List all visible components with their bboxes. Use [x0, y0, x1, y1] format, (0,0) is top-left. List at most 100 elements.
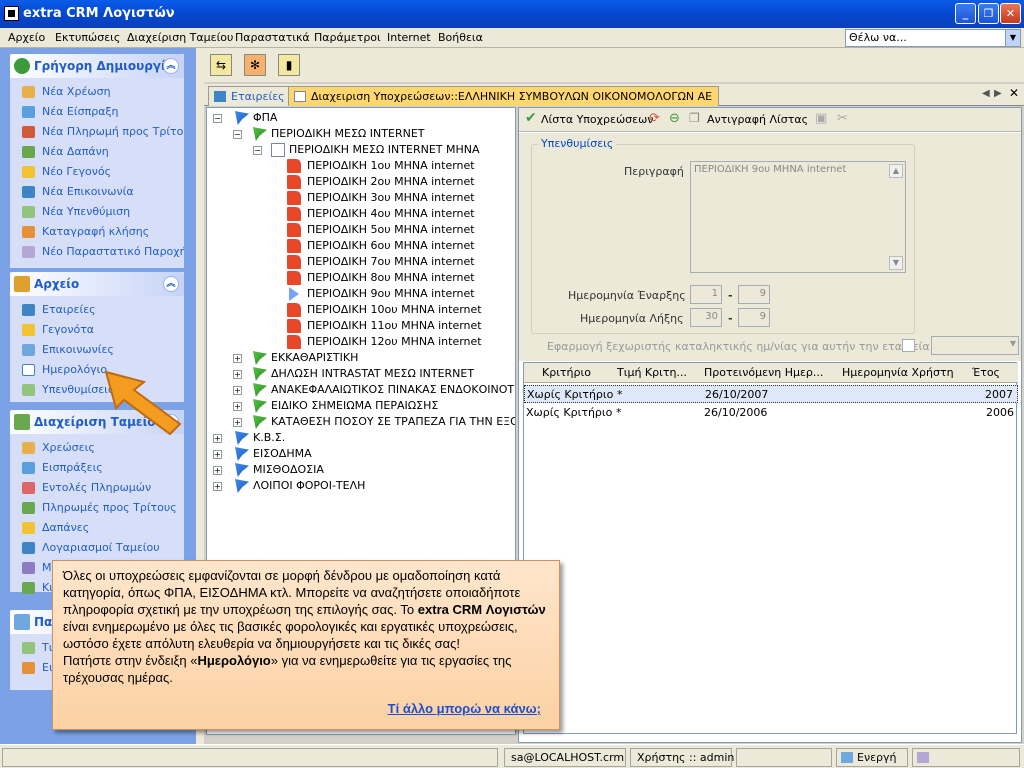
what-else-link[interactable]: Τί άλλο μπορώ να κάνω;	[388, 700, 541, 717]
grid-header: Κριτήριο Τιμή Κριτη... Προτεινόμενη Ημερ…	[524, 363, 1018, 383]
status-user: Χρήστης :: admin	[630, 748, 734, 767]
expand-icon[interactable]: +	[213, 482, 222, 491]
close-button[interactable]: ✕	[1000, 3, 1021, 24]
transfer-icon[interactable]: ▮	[278, 54, 300, 76]
expand-icon[interactable]: +	[213, 466, 222, 475]
nav-treasury-accounts[interactable]: Λογαριασμοί Ταμείου	[10, 538, 184, 558]
collapse-icon[interactable]: −	[253, 146, 262, 155]
pdf-icon	[287, 255, 301, 269]
expense-icon	[22, 146, 35, 158]
copy-icon: ❐	[689, 111, 700, 125]
expand-icon[interactable]: +	[233, 354, 242, 363]
column-year[interactable]: Έτος	[972, 366, 1000, 379]
pdf-icon	[287, 319, 301, 333]
expand-icon[interactable]: +	[213, 434, 222, 443]
nav-new-event[interactable]: Νέο Γεγονός	[10, 162, 184, 182]
custom-deadline-select[interactable]: ▼	[931, 336, 1019, 355]
obligations-list-button[interactable]: Λίστα Υποχρεώσεων	[541, 113, 653, 126]
chevron-down-icon[interactable]: ▼	[1005, 30, 1020, 46]
collapse-icon[interactable]: ︽	[163, 276, 179, 292]
nav-call-log[interactable]: Καταγραφή κλήσης	[10, 222, 184, 242]
menu-prints[interactable]: Εκτυπώσεις	[55, 31, 120, 44]
nav-new-receipt[interactable]: Νέα Είσπραξη	[10, 102, 184, 122]
description-field[interactable]: ΠΕΡΙΟΔΙΚΗ 9ου ΜΗΝΑ internet ▲ ▼	[690, 161, 906, 273]
document-tab-icon	[294, 91, 306, 102]
nav-new-expense[interactable]: Νέα Δαπάνη	[10, 142, 184, 162]
nav-companies[interactable]: Εταιρείες	[10, 300, 184, 320]
scroll-up-icon[interactable]: ▲	[889, 164, 903, 178]
tab-obligations[interactable]: Διαχειριση Υποχρεώσεων::ΕΛΛΗΝΙΚΗ ΣΥΜΒΟΥΛ…	[288, 86, 720, 106]
save-icon[interactable]: ▣	[815, 111, 827, 126]
menu-internet[interactable]: Internet	[387, 31, 431, 44]
nav-expenses[interactable]: Δαπάνες	[10, 518, 184, 538]
tab-companies[interactable]: Εταιρείες	[208, 86, 292, 106]
nav-new-reminder[interactable]: Νέα Υπενθύμιση	[10, 202, 184, 222]
nav-thirdparty-payments[interactable]: Πληρωμές προς Τρίτους	[10, 498, 184, 518]
nav-new-service-document[interactable]: Νέο Παραστατικό Παροχής	[10, 242, 184, 262]
refresh-icon[interactable]: ⟳	[649, 111, 660, 126]
menu-file[interactable]: Αρχείο	[8, 31, 45, 44]
menu-documents[interactable]: Παραστατικά	[235, 31, 310, 44]
events-icon	[22, 324, 35, 336]
pdf-icon	[287, 223, 301, 237]
expand-icon[interactable]: +	[233, 386, 242, 395]
swap-arrows-icon[interactable]: ⇆	[210, 54, 232, 76]
collapse-icon[interactable]: −	[233, 130, 242, 139]
start-day-field[interactable]: 1	[690, 285, 722, 304]
start-date-label: Ημερομηνία Έναρξης	[568, 289, 686, 302]
minimize-button[interactable]: _	[955, 3, 976, 24]
reminders-icon	[22, 384, 35, 396]
callout-text: είναι ενημερωμένο με όλες τις βασικές φο…	[63, 619, 518, 651]
archive-icon	[14, 276, 30, 292]
menu-help[interactable]: Βοήθεια	[438, 31, 483, 44]
search-combo[interactable]: Θέλω να... ▼	[845, 29, 1021, 47]
nav-new-charge[interactable]: Νέα Χρέωση	[10, 82, 184, 102]
column-criterion[interactable]: Κριτήριο	[542, 366, 591, 379]
start-month-field[interactable]: 9	[738, 285, 770, 304]
detail-toolbar: ✔ Λίστα Υποχρεώσεων ⟳ ⊖ ❐ Αντιγραφή Λίστ…	[519, 108, 1021, 132]
scroll-down-icon[interactable]: ▼	[889, 256, 903, 270]
tools-icon[interactable]: ✂	[837, 111, 848, 126]
treasury-icon	[14, 414, 30, 430]
end-day-field[interactable]: 30	[690, 308, 722, 327]
menu-parameters[interactable]: Παράμετροι	[314, 31, 381, 44]
custom-deadline-checkbox[interactable]	[902, 339, 915, 352]
nav-new-thirdparty-payment[interactable]: Νέα Πληρωμή προς Τρίτους	[10, 122, 184, 142]
nav-charges[interactable]: Χρεώσεις	[10, 438, 184, 458]
nav-new-communication[interactable]: Νέα Επικοινωνία	[10, 182, 184, 202]
tab-prev-icon[interactable]: ◀	[982, 88, 990, 99]
nav-events[interactable]: Γεγονότα	[10, 320, 184, 340]
nav-receipts[interactable]: Εισπράξεις	[10, 458, 184, 478]
pdf-icon	[287, 191, 301, 205]
copy-list-button[interactable]: Αντιγραφή Λίστας	[707, 113, 808, 126]
tab-close-icon[interactable]: ✕	[1009, 86, 1019, 100]
main-toolbar: ⇆ ✻ ▮	[204, 48, 1024, 82]
status-state: Ενεργή	[836, 748, 908, 767]
menu-treasury[interactable]: Διαχείριση Ταμείου	[127, 31, 233, 44]
collapse-icon[interactable]: ︽	[163, 58, 179, 74]
expand-icon[interactable]: +	[233, 402, 242, 411]
collapse-icon[interactable]: −	[213, 114, 222, 123]
column-suggested-date[interactable]: Προτεινόμενη Ημερ...	[704, 366, 823, 379]
flag-icon	[253, 127, 267, 141]
column-user-date[interactable]: Ημερομηνία Χρήστη	[842, 366, 954, 379]
network-icon[interactable]: ✻	[244, 54, 266, 76]
title-bar: extra CRM Λογιστών _ ❐ ✕	[0, 0, 1024, 28]
restore-button[interactable]: ❐	[978, 3, 999, 24]
archive-header[interactable]: Αρχείο ︽	[10, 272, 184, 296]
column-criterion-value[interactable]: Τιμή Κριτη...	[617, 366, 687, 379]
flag-icon	[235, 479, 249, 493]
quick-create-header[interactable]: Γρήγορη Δημιουργία ︽	[10, 54, 184, 78]
payment-orders-icon	[22, 482, 35, 494]
expand-icon[interactable]: +	[213, 450, 222, 459]
nav-payment-orders[interactable]: Εντολές Πληρωμών	[10, 478, 184, 498]
nav-communications[interactable]: Επικοινωνίες	[10, 340, 184, 360]
table-row[interactable]: Χωρίς Κριτήριο * 26/10/2007 2007	[524, 385, 1018, 403]
table-row[interactable]: Χωρίς Κριτήριο * 26/10/2006 2006	[524, 404, 1018, 422]
expand-icon[interactable]: +	[233, 418, 242, 427]
expand-icon[interactable]: +	[233, 370, 242, 379]
tab-next-icon[interactable]: ▶	[994, 88, 1002, 99]
remove-icon[interactable]: ⊖	[669, 111, 680, 126]
end-month-field[interactable]: 9	[738, 308, 770, 327]
pdf-icon	[287, 207, 301, 221]
